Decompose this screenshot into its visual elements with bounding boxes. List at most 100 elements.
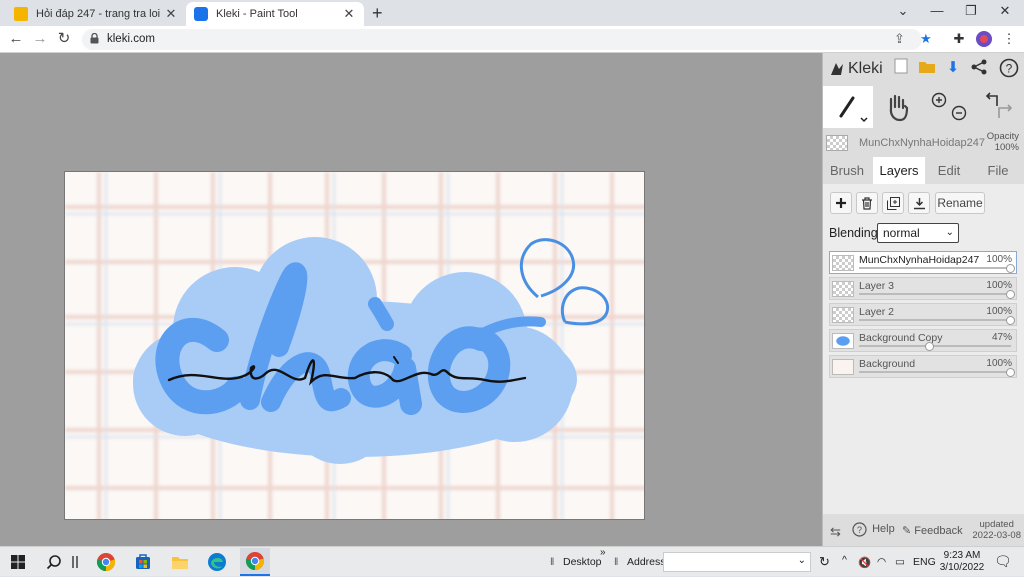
updated-info: updated 2022-03-08 <box>972 519 1021 541</box>
address-bar: ← → ↻ kleki.com ⇪ ★ ✚ ⋮ <box>0 26 1024 53</box>
tab-title: Hỏi đáp 247 - trang tra loi <box>36 8 161 20</box>
redo-icon[interactable] <box>998 104 1013 118</box>
hand-tool-button[interactable] <box>873 86 923 128</box>
undo-icon[interactable] <box>985 92 998 106</box>
brush-tool-button[interactable] <box>823 86 873 128</box>
network-icon[interactable]: ◠ <box>877 556 886 568</box>
layer-row[interactable]: Layer 3 100% <box>829 277 1017 300</box>
blending-mode-select[interactable]: normal ⌄ <box>877 223 959 243</box>
layer-name: MunChxNynhaHoidap247 <box>859 254 980 266</box>
store-icon[interactable] <box>133 552 153 572</box>
undo-redo-buttons <box>975 86 1023 128</box>
reload-icon[interactable]: ↻ <box>54 30 74 50</box>
go-refresh-icon[interactable]: ↻ <box>819 554 830 570</box>
layer-row[interactable]: Layer 2 100% <box>829 303 1017 326</box>
windows-start-icon[interactable] <box>8 552 28 572</box>
layer-row[interactable]: Background 100% <box>829 355 1017 378</box>
layer-opacity-slider[interactable] <box>859 264 1015 273</box>
new-tab-icon[interactable]: + <box>372 3 383 24</box>
kleki-logo: Kleki <box>829 58 883 80</box>
file-explorer-icon[interactable] <box>170 552 190 572</box>
clock-time: 9:23 AM <box>943 550 981 561</box>
new-image-icon[interactable] <box>891 58 911 78</box>
bookmark-star-icon[interactable]: ★ <box>920 31 932 47</box>
layer-opacity-slider[interactable] <box>859 368 1015 377</box>
canvas-workspace[interactable] <box>0 53 822 546</box>
forward-icon[interactable]: → <box>30 30 50 50</box>
current-layer-header: MunChxNynhaHoidap247 Opacity 100% <box>823 131 1024 157</box>
tab-search-chevron-icon[interactable]: ⌄ <box>888 3 918 19</box>
svg-text:?: ? <box>1006 62 1013 76</box>
rename-layer-button[interactable]: Rename <box>935 192 985 214</box>
tab-hoidap247[interactable]: Hỏi đáp 247 - trang tra loi ✕ <box>6 2 186 26</box>
input-language[interactable]: ENG <box>913 556 936 568</box>
add-layer-button[interactable] <box>830 192 852 214</box>
layer-opacity-slider[interactable] <box>859 290 1015 299</box>
speaker-muted-icon[interactable]: 🔇 <box>858 556 871 569</box>
layers-panel: Rename Blending normal ⌄ MunChxNynhaHoid… <box>823 184 1024 514</box>
back-icon[interactable]: ← <box>6 30 26 50</box>
toolbar-divider: ‖ <box>614 556 619 568</box>
swap-side-icon[interactable]: ⇆ <box>830 524 841 540</box>
task-view-icon[interactable] <box>70 552 80 572</box>
close-tab-icon[interactable]: ✕ <box>342 6 356 22</box>
delete-layer-button[interactable] <box>856 192 878 214</box>
tab-file[interactable]: File <box>975 157 1021 184</box>
share-icon[interactable]: ⇪ <box>894 31 905 47</box>
desktop-toolbar-label[interactable]: Desktop <box>563 556 602 568</box>
taskbar-address-input[interactable]: ⌄ <box>663 552 811 572</box>
close-window-icon[interactable]: ✕ <box>990 3 1020 19</box>
help-button[interactable]: ? Help <box>852 522 895 537</box>
opacity-label: Opacity <box>986 131 1019 142</box>
layer-opacity-slider[interactable] <box>859 316 1015 325</box>
system-clock[interactable]: 9:23 AM 3/10/2022 <box>936 550 988 574</box>
extensions-puzzle-icon[interactable]: ✚ <box>950 31 968 49</box>
share-icon[interactable] <box>969 58 989 78</box>
tab-title: Kleki - Paint Tool <box>216 8 298 20</box>
battery-icon[interactable]: ▭ <box>895 556 905 568</box>
tray-chevron-up-icon[interactable]: ^ <box>842 554 847 566</box>
slider-handle[interactable] <box>1006 316 1015 325</box>
layer-row[interactable]: Background Copy 47% <box>829 329 1017 352</box>
open-folder-icon[interactable] <box>917 58 937 78</box>
tab-edit[interactable]: Edit <box>927 157 971 184</box>
tool-row <box>823 86 1024 128</box>
chevron-down-icon: ⌄ <box>945 227 954 238</box>
search-icon[interactable] <box>44 552 64 572</box>
help-label: Help <box>872 523 895 536</box>
zoom-out-icon[interactable] <box>951 105 967 121</box>
chrome-icon[interactable] <box>96 552 116 572</box>
notifications-icon[interactable]: 🗨 <box>994 553 1012 570</box>
slider-handle[interactable] <box>1006 290 1015 299</box>
toolbar-expand-icon[interactable]: » <box>600 547 606 558</box>
slider-handle[interactable] <box>925 342 935 351</box>
edge-icon[interactable] <box>207 552 227 572</box>
avatar[interactable] <box>975 30 993 48</box>
slider-handle[interactable] <box>1006 264 1015 273</box>
current-layer-name: MunChxNynhaHoidap247 <box>859 137 985 149</box>
help-circle-icon[interactable]: ? <box>999 58 1019 78</box>
tab-brush[interactable]: Brush <box>823 157 871 184</box>
drawing-canvas[interactable] <box>64 171 645 520</box>
browser-menu-icon[interactable]: ⋮ <box>1000 31 1018 49</box>
tab-kleki[interactable]: Kleki - Paint Tool ✕ <box>186 2 364 26</box>
zoom-in-icon[interactable] <box>931 92 947 108</box>
merge-down-button[interactable] <box>908 192 930 214</box>
zoom-buttons <box>925 86 973 128</box>
slider-handle[interactable] <box>1006 368 1015 377</box>
layer-opacity-slider[interactable] <box>859 342 1011 351</box>
duplicate-layer-button[interactable] <box>882 192 904 214</box>
feedback-label: Feedback <box>914 525 963 537</box>
url-field[interactable]: kleki.com ⇪ ★ <box>82 29 932 50</box>
chrome-active-window-icon[interactable] <box>240 548 270 576</box>
chevron-down-icon[interactable]: ⌄ <box>798 555 806 566</box>
tab-layers[interactable]: Layers <box>873 157 925 184</box>
brand-name: Kleki <box>848 60 883 77</box>
feedback-button[interactable]: ✎ Feedback <box>902 524 963 537</box>
minimize-icon[interactable]: — <box>922 3 952 18</box>
close-tab-icon[interactable]: ✕ <box>164 6 178 22</box>
layer-row[interactable]: MunChxNynhaHoidap247 100% <box>829 251 1017 274</box>
maximize-icon[interactable]: ❐ <box>956 3 986 19</box>
download-icon[interactable]: ⬇ <box>943 58 963 78</box>
blending-mode-value: normal <box>883 226 920 240</box>
